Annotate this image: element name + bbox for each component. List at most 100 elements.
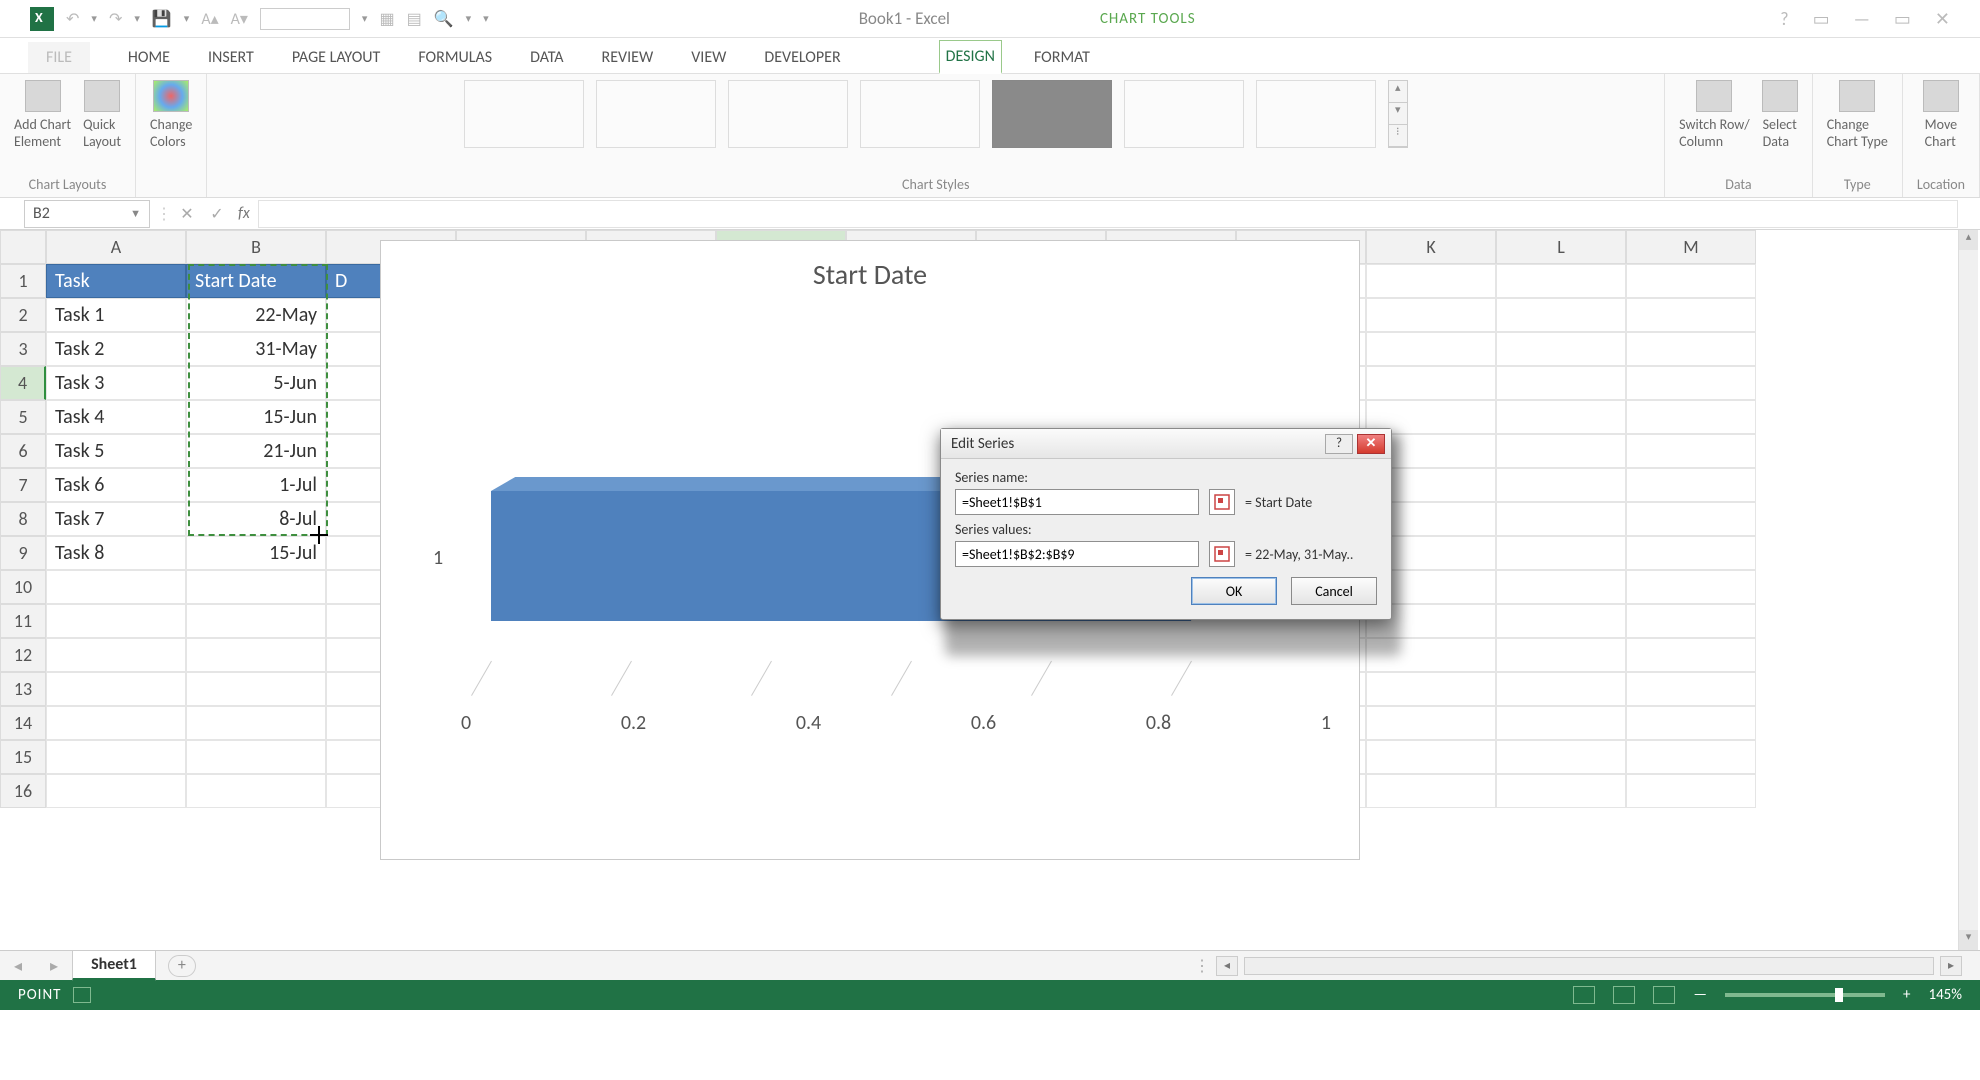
chart-style-thumb-selected[interactable] — [992, 80, 1112, 148]
move-chart-button[interactable]: Move Chart — [1923, 80, 1959, 150]
tab-page-layout[interactable]: PAGE LAYOUT — [286, 42, 387, 73]
cell[interactable]: Task — [46, 264, 186, 298]
vertical-scrollbar[interactable]: ▴ ▾ — [1958, 230, 1978, 950]
sheet-nav-next-icon[interactable]: ▸ — [36, 956, 72, 976]
fx-icon[interactable]: fx — [238, 204, 250, 223]
group-type: Type — [1844, 172, 1871, 195]
camera-icon[interactable]: ▦ — [379, 9, 394, 29]
hscroll-right-icon[interactable]: ▸ — [1940, 956, 1962, 976]
help-icon[interactable]: ? — [1780, 8, 1788, 30]
col-header-A[interactable]: A — [46, 230, 186, 264]
cancel-formula-icon[interactable]: ✕ — [172, 204, 202, 224]
add-sheet-button[interactable]: + — [168, 955, 196, 977]
zoom-slider[interactable] — [1725, 993, 1885, 997]
scroll-up-icon[interactable]: ▴ — [1959, 230, 1978, 250]
view-page-break-icon[interactable] — [1653, 986, 1675, 1004]
select-all-corner[interactable] — [0, 230, 46, 264]
range-picker-button[interactable] — [1209, 489, 1235, 515]
tab-design[interactable]: DESIGN — [939, 40, 1002, 74]
enter-formula-icon[interactable]: ✓ — [202, 204, 232, 224]
row-header[interactable]: 4 — [0, 366, 46, 400]
select-data-button[interactable]: Select Data — [1762, 80, 1798, 150]
chart-style-thumb[interactable] — [860, 80, 980, 148]
tab-review[interactable]: REVIEW — [596, 42, 660, 73]
series-name-label: Series name: — [955, 469, 1377, 486]
zoom-icon[interactable]: 🔍 — [434, 9, 454, 29]
row-header[interactable]: 1 — [0, 264, 46, 298]
tab-data[interactable]: DATA — [524, 42, 569, 73]
row-header[interactable]: 2 — [0, 298, 46, 332]
close-icon[interactable]: ✕ — [1935, 8, 1950, 30]
cancel-button[interactable]: Cancel — [1291, 577, 1377, 605]
font-inc-icon[interactable]: A▴ — [201, 9, 218, 29]
cell[interactable]: 22-May — [186, 298, 326, 332]
tab-formulas[interactable]: FORMULAS — [412, 42, 498, 73]
quick-layout-button[interactable]: Quick Layout — [83, 80, 121, 150]
col-header-B[interactable]: B — [186, 230, 326, 264]
tab-developer[interactable]: DEVELOPER — [758, 42, 846, 73]
quick-access-toolbar: ↶▾ ↷▾ 💾 ▾ A▴ A▾ ▾ ▦ ▤ 🔍▾ ▾ Book1 - Excel… — [0, 0, 1980, 38]
undo-icon[interactable]: ↶ — [66, 9, 79, 29]
dialog-close-button[interactable]: ✕ — [1357, 434, 1385, 454]
zoom-in-icon[interactable]: + — [1903, 986, 1910, 1004]
range-picker-button[interactable] — [1209, 541, 1235, 567]
zoom-level[interactable]: 145% — [1928, 986, 1962, 1004]
chart-style-thumb[interactable] — [1256, 80, 1376, 148]
group-chart-styles: Chart Styles — [902, 172, 969, 195]
group-location: Location — [1917, 172, 1965, 195]
col-header-M[interactable]: M — [1626, 230, 1756, 264]
chart-style-thumb[interactable] — [728, 80, 848, 148]
col-header-K[interactable]: K — [1366, 230, 1496, 264]
dialog-title: Edit Series — [951, 435, 1014, 453]
switch-row-column-button[interactable]: Switch Row/ Column — [1679, 80, 1750, 150]
formula-bar: B2 ▼ ⋮ ✕ ✓ fx — [0, 198, 1980, 230]
chevron-down-icon[interactable]: ▼ — [130, 207, 141, 220]
ribbon: Add Chart Element Quick Layout Chart Lay… — [0, 74, 1980, 198]
row-header[interactable]: 3 — [0, 332, 46, 366]
chart-category-label: 1 — [433, 546, 443, 570]
chart-style-thumb[interactable] — [596, 80, 716, 148]
change-colors-button[interactable]: Change Colors — [150, 80, 192, 150]
view-page-layout-icon[interactable] — [1613, 986, 1635, 1004]
tab-home[interactable]: HOME — [122, 42, 176, 73]
formula-input[interactable] — [258, 200, 1958, 228]
chart-x-axis: 0 0.2 0.4 0.6 0.8 1 — [461, 711, 1331, 735]
chart-style-thumb[interactable] — [464, 80, 584, 148]
zoom-out-icon[interactable]: — — [1693, 986, 1707, 1004]
redo-icon[interactable]: ↷ — [109, 9, 122, 29]
style-gallery-scroll[interactable]: ▴▾⁝ — [1388, 80, 1408, 148]
macro-record-icon[interactable] — [73, 987, 91, 1003]
change-chart-type-button[interactable]: Change Chart Type — [1827, 80, 1888, 150]
name-box[interactable]: B2 ▼ — [24, 200, 150, 228]
edit-series-dialog: Edit Series ? ✕ Series name: = Start Dat… — [940, 428, 1392, 620]
cell[interactable]: Task 1 — [46, 298, 186, 332]
font-dec-icon[interactable]: A▾ — [231, 9, 248, 29]
ok-button[interactable]: OK — [1191, 577, 1277, 605]
maximize-icon[interactable]: ▭ — [1894, 8, 1911, 30]
horizontal-scrollbar[interactable] — [1244, 957, 1934, 975]
series-values-input[interactable] — [955, 541, 1199, 567]
chart-title[interactable]: Start Date — [381, 241, 1359, 308]
screenshot-icon[interactable]: ▤ — [407, 9, 422, 29]
tab-format[interactable]: FORMAT — [1028, 42, 1096, 73]
tab-insert[interactable]: INSERT — [202, 42, 260, 73]
view-normal-icon[interactable] — [1573, 986, 1595, 1004]
col-header-L[interactable]: L — [1496, 230, 1626, 264]
minimize-icon[interactable]: — — [1854, 8, 1870, 30]
sheet-nav-prev-icon[interactable]: ◂ — [0, 956, 36, 976]
scroll-down-icon[interactable]: ▾ — [1959, 930, 1978, 950]
series-name-resolved: = Start Date — [1245, 494, 1312, 511]
add-chart-element-button[interactable]: Add Chart Element — [14, 80, 71, 150]
tab-file[interactable]: FILE — [28, 42, 90, 73]
ribbon-display-icon[interactable]: ▭ — [1813, 8, 1830, 30]
series-name-input[interactable] — [955, 489, 1199, 515]
dialog-help-button[interactable]: ? — [1325, 434, 1353, 454]
save-icon[interactable]: 💾 — [152, 9, 172, 29]
chart-style-thumb[interactable] — [1124, 80, 1244, 148]
chart-styles-gallery[interactable]: ▴▾⁝ — [464, 80, 1408, 172]
sheet-tab-active[interactable]: Sheet1 — [72, 950, 156, 981]
group-data: Data — [1725, 172, 1751, 195]
cell[interactable]: Start Date — [186, 264, 326, 298]
hscroll-left-icon[interactable]: ◂ — [1216, 956, 1238, 976]
tab-view[interactable]: VIEW — [685, 42, 732, 73]
